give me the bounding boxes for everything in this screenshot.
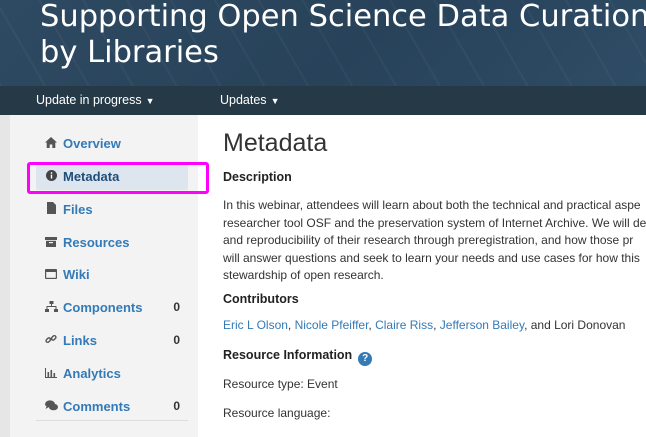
sidebar-item-links[interactable]: Links 0 bbox=[36, 327, 188, 354]
link-icon bbox=[44, 329, 58, 356]
chart-icon bbox=[44, 362, 58, 389]
components-count: 0 bbox=[173, 300, 180, 314]
sidebar-item-label: Analytics bbox=[63, 366, 121, 381]
sidebar-item-label: Components bbox=[63, 300, 143, 315]
project-banner: Supporting Open Science Data Curation, P… bbox=[0, 0, 646, 86]
resource-type: Resource type: Event bbox=[223, 377, 338, 391]
links-count: 0 bbox=[173, 333, 180, 347]
contributors-list: Eric L Olson, Nicole Pfeiffer, Claire Ri… bbox=[223, 318, 626, 332]
project-title: Supporting Open Science Data Curation, P… bbox=[40, 0, 646, 71]
page-title: Metadata bbox=[223, 129, 328, 157]
question-circle-icon[interactable]: ? bbox=[358, 352, 373, 366]
update-status-label: Update in progress bbox=[36, 93, 142, 107]
wiki-icon bbox=[44, 263, 58, 290]
sidebar-item-label: Wiki bbox=[63, 267, 90, 282]
project-title-line1: Supporting Open Science Data Curation, P… bbox=[40, 0, 646, 34]
sidebar-item-components[interactable]: Components 0 bbox=[36, 294, 188, 321]
contributor-link[interactable]: Jefferson Bailey bbox=[440, 318, 524, 332]
contributors-tail: , and Lori Donovan bbox=[524, 318, 626, 332]
sidebar-item-label: Links bbox=[63, 333, 97, 348]
sidebar-item-label: Comments bbox=[63, 399, 131, 414]
contributor-link[interactable]: Eric L Olson bbox=[223, 318, 288, 332]
contributor-link[interactable]: Claire Riss bbox=[375, 318, 433, 332]
sidebar-item-files[interactable]: Files bbox=[36, 196, 188, 223]
sidebar-item-analytics[interactable]: Analytics bbox=[36, 360, 188, 387]
home-icon bbox=[44, 132, 58, 159]
description-line: stewardship of open research. bbox=[223, 268, 384, 283]
updates-dropdown[interactable]: Updates ▼ bbox=[220, 86, 279, 115]
description-line: researcher tool OSF and the preservation… bbox=[223, 215, 646, 230]
project-title-line2: by Libraries bbox=[40, 35, 219, 70]
selection-highlight bbox=[27, 162, 209, 194]
sidebar-item-overview[interactable]: Overview bbox=[36, 130, 188, 157]
contributor-link[interactable]: Nicole Pfeiffer bbox=[295, 318, 369, 332]
comments-count: 0 bbox=[173, 399, 180, 413]
sidebar-item-wiki[interactable]: Wiki bbox=[36, 261, 188, 288]
resource-information-label: Resource Information bbox=[223, 348, 353, 362]
description-line: In this webinar, attendees will learn ab… bbox=[223, 198, 641, 212]
archive-icon bbox=[44, 231, 58, 258]
sidebar-divider bbox=[36, 420, 188, 421]
description-text: In this webinar, attendees will learn ab… bbox=[223, 197, 646, 285]
sidebar-item-label: Files bbox=[63, 202, 93, 217]
update-status-dropdown[interactable]: Update in progress ▼ bbox=[36, 86, 155, 115]
description-line: and reproducibility of their research th… bbox=[223, 233, 634, 248]
description-line: will answer questions and seek to learn … bbox=[223, 250, 640, 265]
sidebar-item-comments[interactable]: Comments 0 bbox=[36, 393, 188, 420]
resource-information-heading: Resource Information? bbox=[223, 348, 373, 366]
contributors-heading: Contributors bbox=[223, 292, 299, 306]
file-icon bbox=[44, 198, 58, 225]
sidebar-item-resources[interactable]: Resources bbox=[36, 229, 188, 256]
resource-language: Resource language: bbox=[223, 406, 331, 420]
sitemap-icon bbox=[44, 296, 58, 323]
caret-down-icon: ▼ bbox=[270, 96, 280, 106]
sidebar-item-label: Resources bbox=[63, 235, 130, 250]
sidebar-edge bbox=[0, 115, 10, 437]
project-navbar: Update in progress ▼ Updates ▼ bbox=[0, 86, 646, 115]
sidebar-item-label: Overview bbox=[63, 136, 121, 151]
updates-label: Updates bbox=[220, 93, 267, 107]
description-heading: Description bbox=[223, 170, 292, 184]
caret-down-icon: ▼ bbox=[145, 96, 155, 106]
comments-icon bbox=[44, 395, 58, 422]
